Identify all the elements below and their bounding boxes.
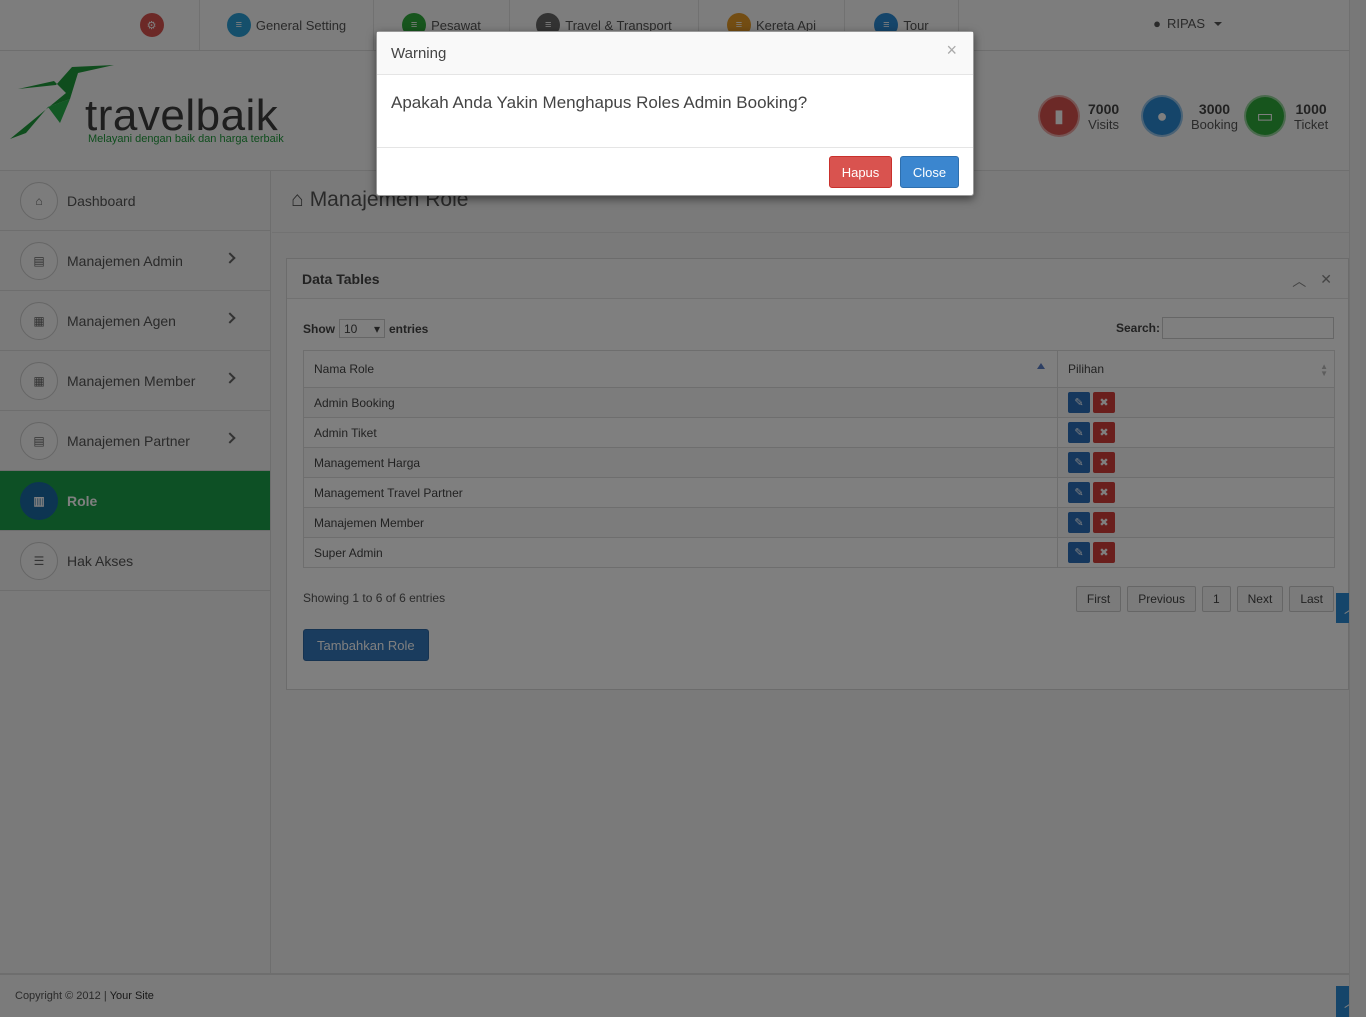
warning-modal: Warning × Apakah Anda Yakin Menghapus Ro… (376, 31, 974, 196)
modal-footer: Hapus Close (377, 148, 973, 196)
hapus-button[interactable]: Hapus (829, 156, 892, 188)
modal-close-icon[interactable]: × (946, 40, 957, 61)
close-button[interactable]: Close (900, 156, 959, 188)
modal-message: Apakah Anda Yakin Menghapus Roles Admin … (377, 75, 973, 148)
modal-title: Warning (377, 32, 973, 75)
